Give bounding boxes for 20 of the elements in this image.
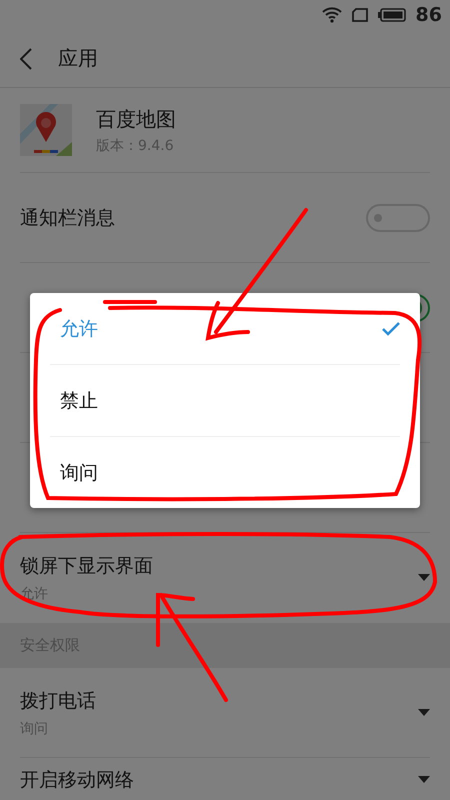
toggle-switch[interactable] [366,204,430,232]
page-title: 应用 [58,45,98,72]
wifi-icon [322,7,342,23]
back-icon[interactable] [20,48,32,70]
map-app-icon [20,104,72,156]
setting-title: 拨打电话 [20,688,96,714]
option-item[interactable]: 允许 [50,293,400,364]
check-icon [382,322,400,336]
setting-title: 开启移动网络 [20,768,134,793]
dropdown-caret-icon [418,776,430,784]
dropdown-caret-icon [418,574,430,582]
dropdown-caret-icon [418,708,430,716]
option-item[interactable]: 询问 [50,436,400,508]
setting-title: 锁屏下显示界面 [20,554,153,579]
battery-level: 86 [416,4,442,26]
setting-title: 通知栏消息 [20,206,115,230]
app-name: 百度地图 [96,106,176,132]
option-item[interactable]: 禁止 [50,364,400,436]
battery-icon [378,8,406,22]
sim-card-icon [352,8,368,22]
